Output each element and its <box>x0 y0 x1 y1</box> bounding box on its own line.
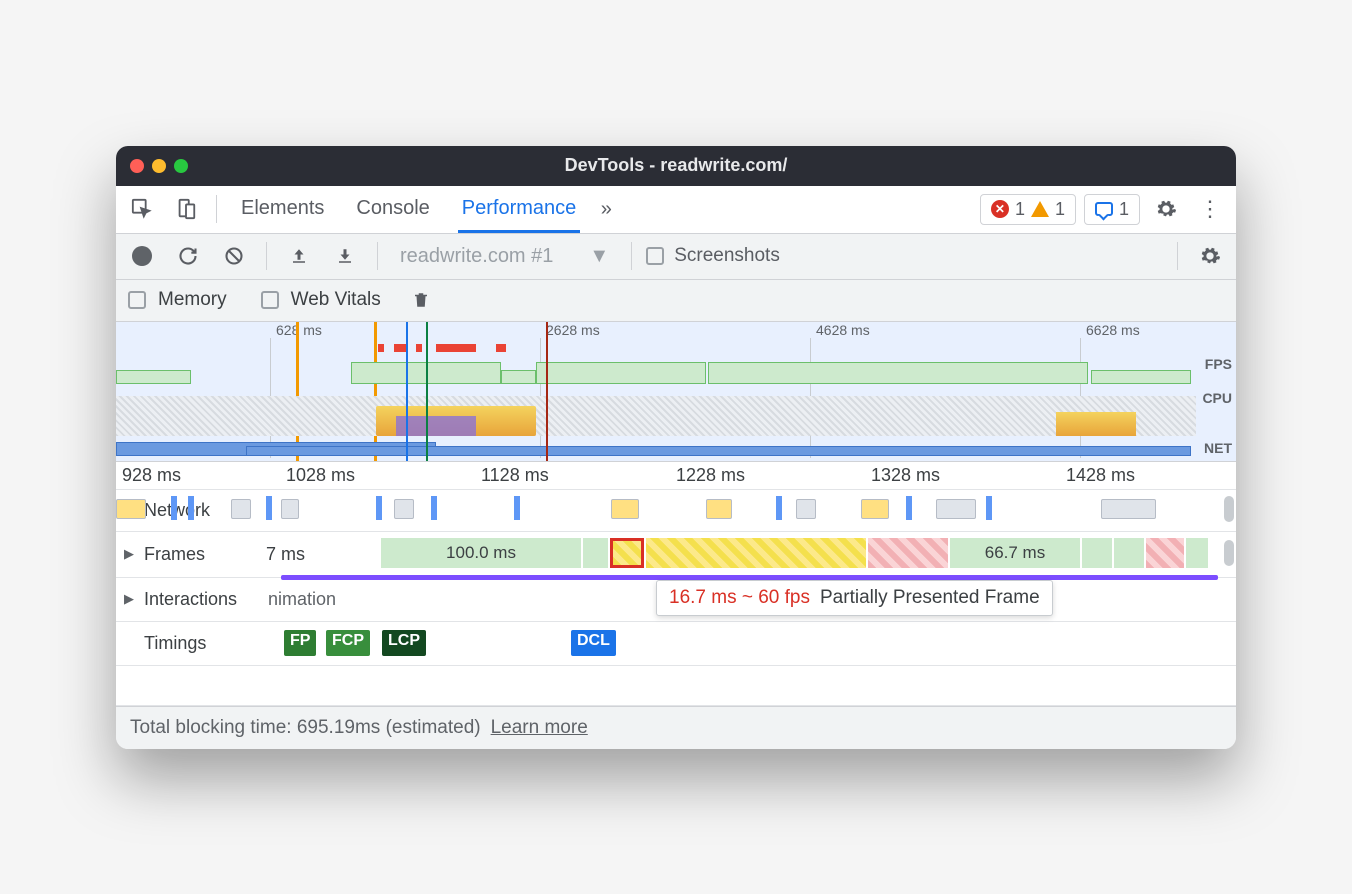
timing-fcp[interactable]: FCP <box>326 630 370 656</box>
frame-seg-yellow[interactable] <box>646 538 866 568</box>
warning-icon <box>1031 201 1049 217</box>
reload-record-button[interactable] <box>170 238 206 274</box>
fps-track-label: FPS <box>1205 356 1232 372</box>
performance-toolbar: readwrite.com #1 ▼ Screenshots <box>116 234 1236 280</box>
cpu-track-label: CPU <box>1202 390 1232 406</box>
inspect-element-icon[interactable] <box>124 191 160 227</box>
ruler-tick: 928 ms <box>122 465 181 486</box>
ruler-tick: 1028 ms <box>286 465 355 486</box>
scrollbar-thumb[interactable] <box>1224 496 1234 522</box>
clear-button[interactable] <box>216 238 252 274</box>
overview-timeline[interactable]: 628 ms 2628 ms 4628 ms 6628 ms FPS CPU N… <box>116 322 1236 462</box>
screenshots-label: Screenshots <box>674 245 780 267</box>
frame-seg-red[interactable] <box>868 538 948 568</box>
gc-icon[interactable] <box>403 282 439 318</box>
close-window-button[interactable] <box>130 159 144 173</box>
screenshots-checkbox[interactable] <box>646 247 664 265</box>
timing-dcl[interactable]: DCL <box>571 630 616 656</box>
minimize-window-button[interactable] <box>152 159 166 173</box>
overview-tick: 4628 ms <box>816 322 870 338</box>
footer-stats: Total blocking time: 695.19ms (estimated… <box>116 706 1236 749</box>
frame-seg-green[interactable]: 100.0 ms <box>381 538 581 568</box>
save-profile-icon[interactable] <box>327 238 363 274</box>
window-title: DevTools - readwrite.com/ <box>116 155 1236 176</box>
error-count: 1 <box>1015 199 1025 220</box>
frames-lane[interactable]: ▶ Frames 7 ms 100.0 ms 66.7 ms <box>116 532 1236 578</box>
net-track-label: NET <box>1204 440 1232 456</box>
load-profile-icon[interactable] <box>281 238 317 274</box>
memory-label: Memory <box>158 289 227 311</box>
chevron-down-icon: ▼ <box>589 245 609 268</box>
profile-select[interactable]: readwrite.com #1 ▼ <box>392 245 617 268</box>
issues-count: 1 <box>1119 199 1129 220</box>
error-warning-counter[interactable]: ✕ 1 1 <box>980 194 1076 225</box>
main-tabbar: Elements Console Performance » ✕ 1 1 1 ⋮ <box>116 186 1236 234</box>
divider <box>266 242 267 270</box>
frame-tooltip: 16.7 ms ~ 60 fps Partially Presented Fra… <box>656 580 1053 616</box>
interactions-lane[interactable]: ▶ Interactions nimation 16.7 ms ~ 60 fps… <box>116 578 1236 622</box>
frame-seg-green[interactable]: 66.7 ms <box>950 538 1080 568</box>
frame-seg[interactable] <box>1082 538 1112 568</box>
network-lane[interactable]: ▶ Network <box>116 490 1236 532</box>
webvitals-label: Web Vitals <box>291 289 381 311</box>
frame-seg[interactable] <box>1186 538 1208 568</box>
timing-lcp[interactable]: LCP <box>382 630 426 656</box>
overview-range-handle-left[interactable] <box>296 322 299 461</box>
performance-options: Memory Web Vitals <box>116 280 1236 322</box>
memory-checkbox[interactable] <box>128 291 146 309</box>
capture-settings-icon[interactable] <box>1192 238 1228 274</box>
timing-fp[interactable]: FP <box>284 630 316 656</box>
tooltip-metric: 16.7 ms ~ 60 fps <box>669 587 810 609</box>
scrollbar-thumb[interactable] <box>1224 540 1234 566</box>
disclosure-icon[interactable]: ▶ <box>124 591 134 607</box>
record-button[interactable] <box>124 238 160 274</box>
animation-bar[interactable] <box>281 575 1218 580</box>
settings-icon[interactable] <box>1148 191 1184 227</box>
divider <box>1177 242 1178 270</box>
overview-range-handle-right[interactable] <box>374 322 377 461</box>
profile-select-value: readwrite.com #1 <box>400 245 553 268</box>
interactions-label: Interactions <box>140 589 270 610</box>
blocking-time-text: Total blocking time: 695.19ms (estimated… <box>130 717 481 739</box>
tab-performance[interactable]: Performance <box>458 187 581 233</box>
overview-tick: 2628 ms <box>546 322 600 338</box>
tab-elements[interactable]: Elements <box>237 187 328 232</box>
divider <box>631 242 632 270</box>
tab-console[interactable]: Console <box>352 187 433 232</box>
overview-tick: 6628 ms <box>1086 322 1140 338</box>
titlebar[interactable]: DevTools - readwrite.com/ <box>116 146 1236 186</box>
frame-seg-highlighted[interactable] <box>610 538 644 568</box>
kebab-menu-icon[interactable]: ⋮ <box>1192 191 1228 227</box>
divider <box>377 242 378 270</box>
learn-more-link[interactable]: Learn more <box>491 717 588 739</box>
ruler-tick: 1328 ms <box>871 465 940 486</box>
tooltip-description: Partially Presented Frame <box>820 587 1040 609</box>
frame-seg[interactable] <box>1114 538 1144 568</box>
maximize-window-button[interactable] <box>174 159 188 173</box>
device-toggle-icon[interactable] <box>168 191 204 227</box>
ruler-tick: 1128 ms <box>481 465 549 486</box>
divider <box>216 195 217 223</box>
webvitals-checkbox[interactable] <box>261 291 279 309</box>
warning-count: 1 <box>1055 199 1065 220</box>
panel-tabs: Elements Console Performance <box>237 187 580 232</box>
ruler-tick: 1428 ms <box>1066 465 1135 486</box>
error-icon: ✕ <box>991 200 1009 218</box>
ruler-tick: 1228 ms <box>676 465 745 486</box>
traffic-lights <box>130 159 188 173</box>
animation-text: nimation <box>268 589 336 610</box>
issues-counter[interactable]: 1 <box>1084 194 1140 225</box>
detail-ruler[interactable]: 928 ms 1028 ms 1128 ms 1228 ms 1328 ms 1… <box>116 462 1236 490</box>
frame-seg[interactable] <box>583 538 608 568</box>
frame-seg-red[interactable] <box>1146 538 1184 568</box>
empty-area <box>116 666 1236 706</box>
issues-icon <box>1095 202 1113 216</box>
more-tabs-icon[interactable]: » <box>588 191 624 227</box>
timings-lane[interactable]: ▶ Timings FP FCP LCP DCL <box>116 622 1236 666</box>
devtools-window: DevTools - readwrite.com/ Elements Conso… <box>116 146 1236 749</box>
